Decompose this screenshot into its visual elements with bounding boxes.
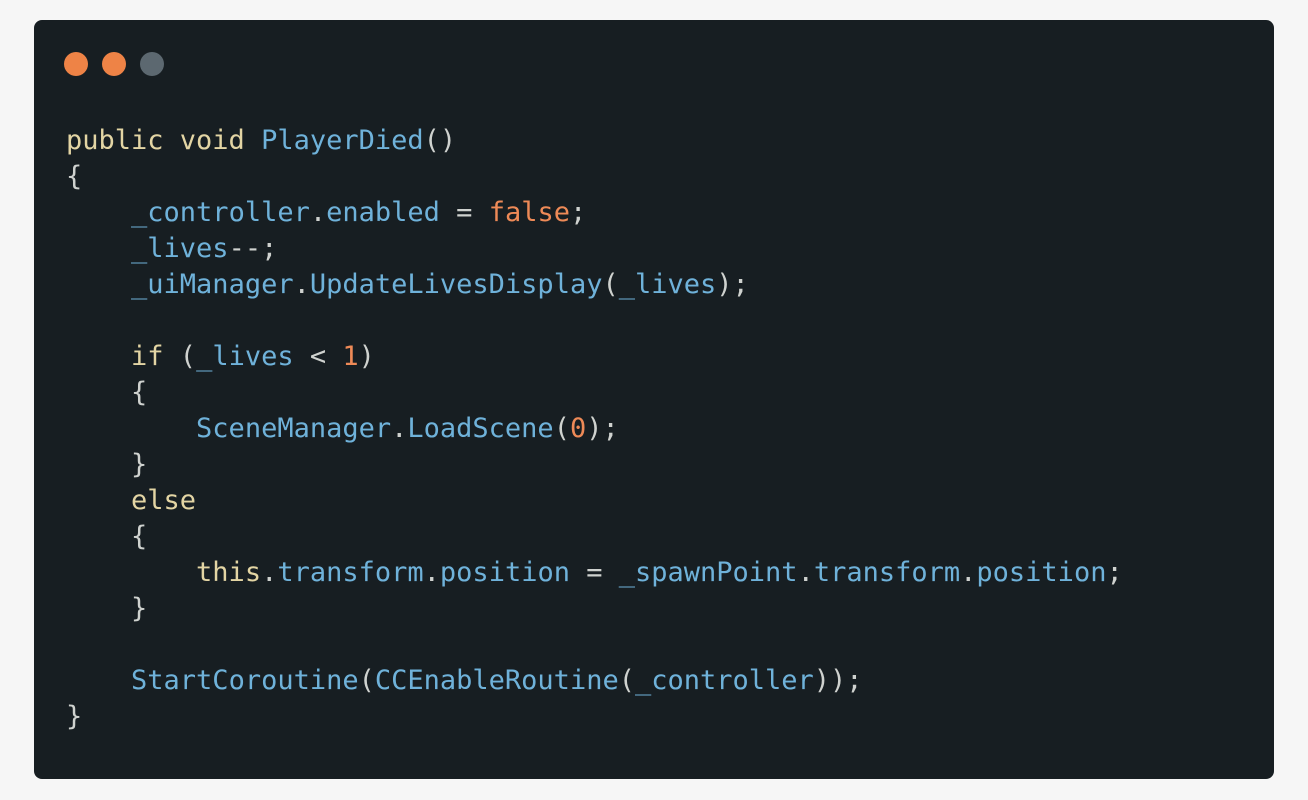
code-token: . [960, 557, 977, 588]
code-token: 1 [342, 341, 359, 372]
code-token: transform [277, 557, 424, 588]
code-line: else [66, 483, 1123, 519]
code-token: UpdateLivesDisplay [309, 269, 603, 300]
code-token: ( [602, 269, 619, 300]
code-token: 0 [569, 413, 587, 444]
code-line: this.transform.position = _spawnPoint.tr… [66, 555, 1123, 591]
code-line: } [66, 699, 1123, 735]
code-token: = [439, 197, 489, 228]
code-token: ( [358, 665, 375, 696]
code-token: this [196, 557, 262, 588]
code-token: . [309, 197, 327, 228]
code-token: < [293, 341, 343, 372]
code-token: . [293, 269, 310, 300]
code-block: public void PlayerDied(){ _controller.en… [66, 123, 1123, 735]
code-token: ; [1106, 557, 1123, 588]
code-token: --; [228, 233, 278, 264]
code-token: enabled [326, 197, 440, 228]
code-token: _uiManager [131, 269, 294, 300]
code-line: StartCoroutine(CCEnableRoutine(_controll… [66, 663, 1123, 699]
code-token: LoadScene [407, 413, 554, 444]
code-token: . [261, 557, 278, 588]
code-token: } [131, 449, 148, 480]
code-token: ); [716, 269, 749, 300]
code-token: ); [586, 413, 619, 444]
window-controls [64, 52, 164, 76]
code-token: transform [813, 557, 961, 588]
code-token: public void [66, 125, 262, 156]
code-token: _lives [196, 341, 294, 372]
code-token: } [66, 701, 83, 732]
code-token: _spawnPoint [618, 557, 798, 588]
code-token: SceneManager [196, 413, 392, 444]
code-line: if (_lives < 1) [66, 339, 1123, 375]
code-token: { [66, 161, 83, 192]
code-line: { [66, 159, 1123, 195]
code-token: { [131, 521, 148, 552]
code-line: { [66, 375, 1123, 411]
code-token: { [131, 377, 148, 408]
code-token: if [131, 341, 164, 372]
code-token: . [391, 413, 408, 444]
code-token: _lives [618, 269, 717, 300]
maximize-dot[interactable] [140, 52, 164, 76]
code-token: ) [358, 341, 375, 372]
code-token: _controller [634, 665, 814, 696]
code-line: } [66, 591, 1123, 627]
code-token: false [488, 197, 570, 228]
code-token: _controller [131, 197, 310, 228]
code-token: StartCoroutine [131, 665, 359, 696]
code-token: . [423, 557, 440, 588]
code-token: ; [569, 197, 587, 228]
code-line: } [66, 447, 1123, 483]
code-token: position [439, 557, 570, 588]
code-line: { [66, 519, 1123, 555]
code-line: _controller.enabled = false; [66, 195, 1123, 231]
code-line: _uiManager.UpdateLivesDisplay(_lives); [66, 267, 1123, 303]
code-line: _lives--; [66, 231, 1123, 267]
code-token: CCEnableRoutine [374, 665, 619, 696]
code-token: else [131, 485, 197, 516]
code-token: } [131, 593, 148, 624]
code-token: position [976, 557, 1107, 588]
code-token: PlayerDied [261, 125, 424, 156]
code-token: )); [813, 665, 863, 696]
code-token: = [569, 557, 619, 588]
code-token: ( [618, 665, 635, 696]
code-token: () [423, 125, 457, 156]
code-line: public void PlayerDied() [66, 123, 1123, 159]
code-line: SceneManager.LoadScene(0); [66, 411, 1123, 447]
code-token: . [797, 557, 814, 588]
close-dot[interactable] [64, 52, 88, 76]
code-token: _lives [131, 233, 229, 264]
minimize-dot[interactable] [102, 52, 126, 76]
code-window: public void PlayerDied(){ _controller.en… [34, 20, 1274, 779]
code-token: ( [163, 341, 197, 372]
code-token: ( [553, 413, 570, 444]
